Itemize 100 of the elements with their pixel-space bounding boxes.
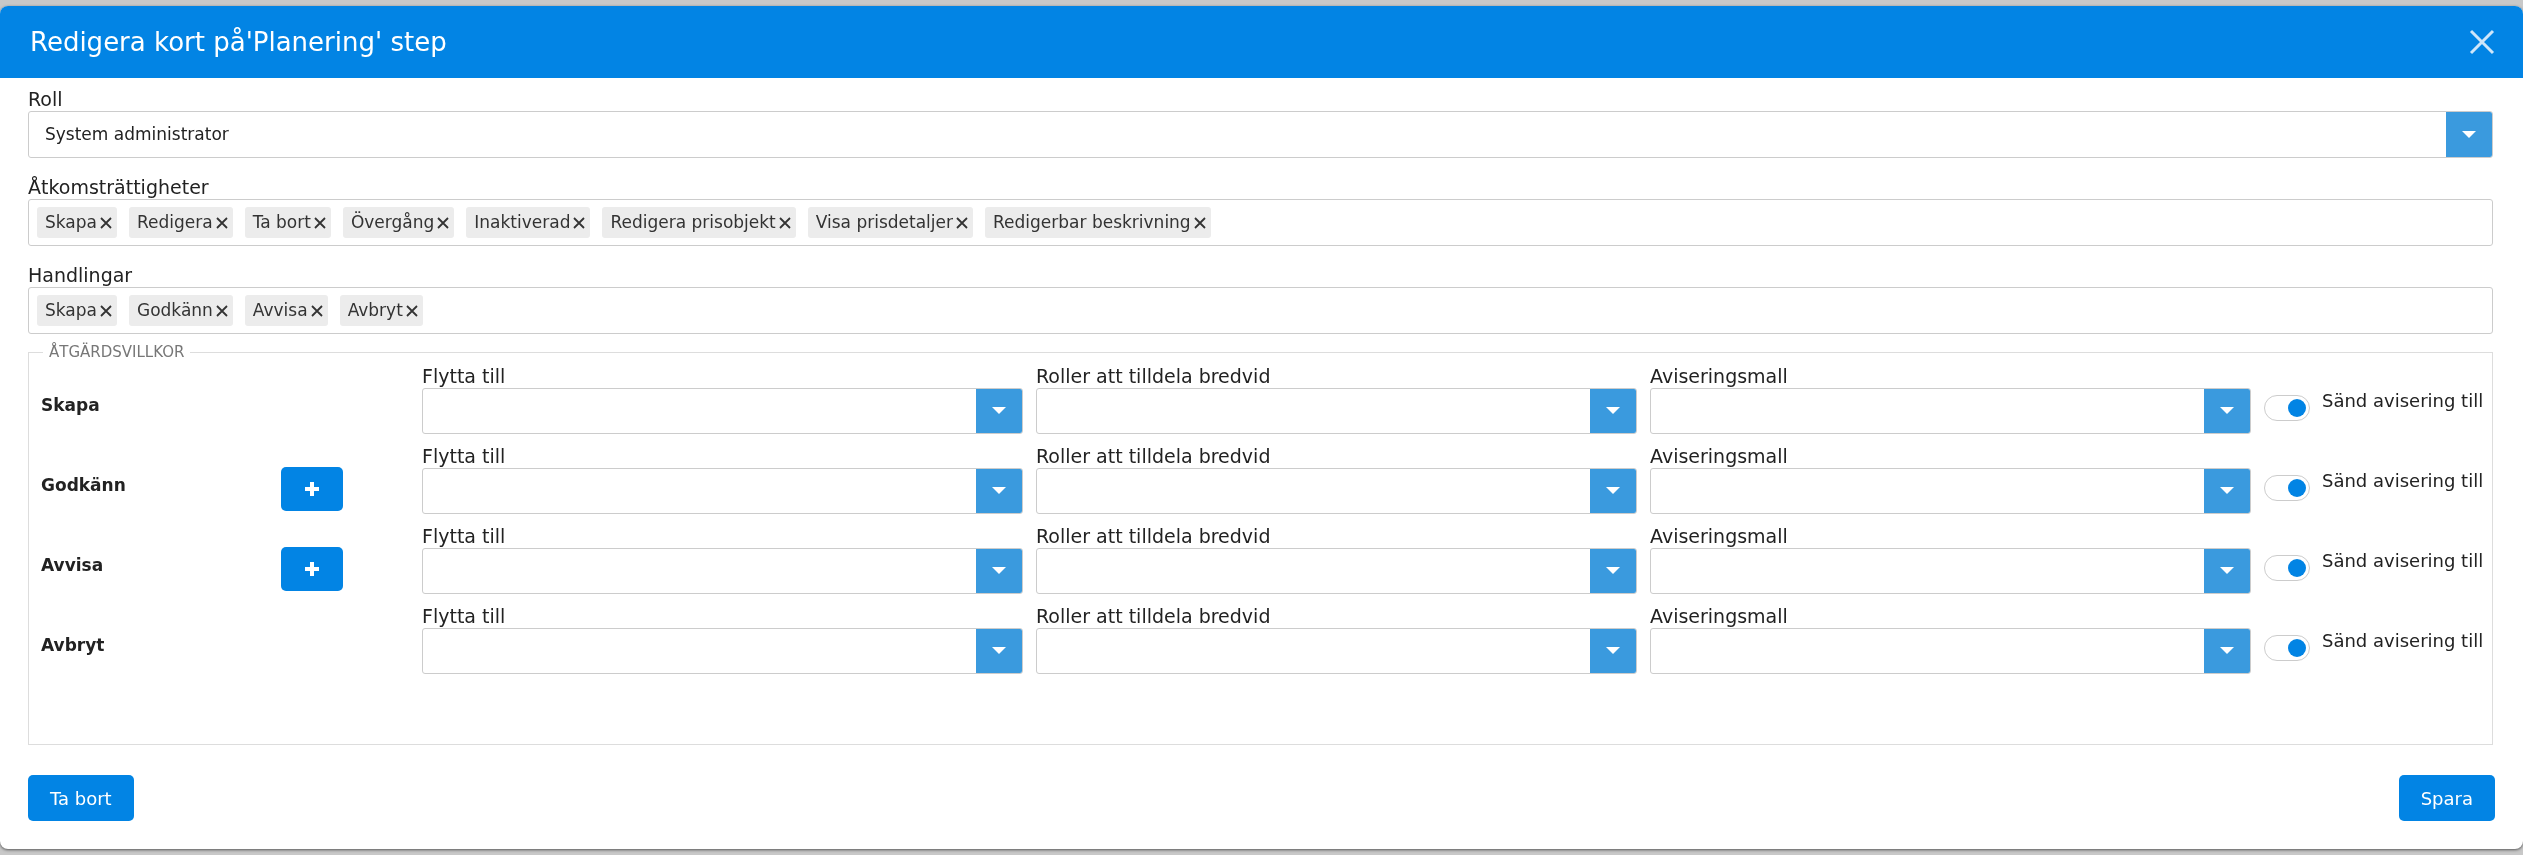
- select-field[interactable]: [422, 388, 1023, 434]
- field-label: Handlingar: [28, 264, 134, 287]
- add-button[interactable]: [281, 467, 343, 511]
- action-label: Godkänn: [41, 474, 127, 497]
- remove-icon[interactable]: [437, 216, 450, 229]
- field-label: Roller att tilldela bredvid: [1036, 365, 1272, 388]
- caret-icon: [992, 407, 1006, 415]
- field-label: Flytta till: [422, 605, 507, 628]
- caret-icon: [2220, 647, 2234, 655]
- field-label: Aviseringsmall: [1650, 525, 1789, 548]
- dropdown-button[interactable]: [2204, 629, 2250, 673]
- field-label: Flytta till: [422, 445, 507, 468]
- field-label: Roller att tilldela bredvid: [1036, 525, 1272, 548]
- caret-icon: [2220, 487, 2234, 495]
- tag-label: Inaktiverad: [474, 210, 571, 234]
- field-label: Flytta till: [422, 365, 507, 388]
- dropdown-button[interactable]: [2204, 549, 2250, 593]
- toggle-switch[interactable]: [2264, 475, 2310, 501]
- select-field[interactable]: [1036, 468, 1637, 514]
- toggle-switch[interactable]: [2264, 635, 2310, 661]
- select-field[interactable]: [1036, 628, 1637, 674]
- remove-icon[interactable]: [778, 216, 791, 229]
- dropdown-button[interactable]: [2204, 389, 2250, 433]
- field-label: Flytta till: [422, 525, 507, 548]
- save-button[interactable]: Spara: [2398, 775, 2495, 821]
- tag-label: Skapa: [45, 298, 97, 322]
- tag-label: Övergång: [350, 210, 435, 234]
- caret-icon: [992, 647, 1006, 655]
- field-label: Roller att tilldela bredvid: [1036, 605, 1272, 628]
- remove-icon[interactable]: [1193, 216, 1206, 229]
- remove-icon[interactable]: [215, 216, 228, 229]
- dialog-title: Redigera kort på'Planering' step: [30, 25, 447, 59]
- field-label: Åtkomsträttigheter: [28, 176, 210, 199]
- plus-icon: [304, 481, 320, 497]
- add-button[interactable]: [281, 547, 343, 591]
- field-label: Aviseringsmall: [1650, 445, 1789, 468]
- delete-button[interactable]: Ta bort: [28, 775, 134, 821]
- toggle-switch[interactable]: [2264, 395, 2310, 421]
- tag-label: Redigerbar beskrivning: [993, 210, 1191, 234]
- dropdown-button[interactable]: [976, 389, 1022, 433]
- toggle-label: Sänd avisering till: [2322, 389, 2484, 413]
- caret-icon: [2220, 407, 2234, 415]
- dropdown-button[interactable]: [2204, 469, 2250, 513]
- dropdown-button[interactable]: [1590, 629, 1636, 673]
- select-field[interactable]: [1036, 548, 1637, 594]
- caret-icon: [2220, 567, 2234, 575]
- action-label: Skapa: [41, 394, 101, 417]
- dropdown-button[interactable]: [1590, 389, 1636, 433]
- dropdown-button[interactable]: [2446, 112, 2492, 157]
- caret-icon: [1606, 647, 1620, 655]
- tag-label: Redigera: [136, 210, 213, 234]
- select-field[interactable]: System administrator: [28, 111, 2493, 158]
- close-icon[interactable]: [2469, 29, 2495, 55]
- remove-icon[interactable]: [956, 216, 968, 229]
- field-label: Roll: [28, 88, 64, 111]
- toggle-label: Sänd avisering till: [2322, 629, 2484, 653]
- toggle-label: Sänd avisering till: [2322, 469, 2484, 493]
- remove-icon[interactable]: [215, 304, 228, 317]
- toggle-switch[interactable]: [2264, 555, 2310, 581]
- caret-icon: [1606, 407, 1620, 415]
- tag-label: Ta bort: [252, 210, 311, 234]
- remove-icon[interactable]: [405, 304, 418, 317]
- dropdown-button[interactable]: [1590, 469, 1636, 513]
- dropdown-button[interactable]: [1590, 549, 1636, 593]
- caret-icon: [1606, 487, 1620, 495]
- field-label: Roller att tilldela bredvid: [1036, 445, 1272, 468]
- field-label: Aviseringsmall: [1650, 605, 1789, 628]
- tag-label: Godkänn: [136, 298, 213, 322]
- tag-label: Skapa: [45, 210, 97, 234]
- tag-label: Visa prisdetaljer: [815, 210, 953, 234]
- select-field[interactable]: [422, 468, 1023, 514]
- tag-label: Redigera prisobjekt: [610, 210, 776, 234]
- action-label: Avvisa: [41, 554, 105, 577]
- remove-icon[interactable]: [310, 304, 323, 317]
- dropdown-button[interactable]: [976, 469, 1022, 513]
- select-field[interactable]: [1650, 468, 2251, 514]
- dropdown-button[interactable]: [976, 629, 1022, 673]
- caret-icon: [2462, 130, 2476, 139]
- caret-icon: [992, 487, 1006, 495]
- remove-icon[interactable]: [573, 216, 586, 229]
- action-label: Avbryt: [41, 634, 106, 657]
- select-field[interactable]: [422, 628, 1023, 674]
- tag-field[interactable]: Skapa Redigera Ta bort Övergång Inaktiverad Redigera prisobjekt Visa prisdetaljer Redigerbar beskrivning: [28, 199, 2493, 246]
- field-label: Aviseringsmall: [1650, 365, 1789, 388]
- toggle-label: Sänd avisering till: [2322, 549, 2484, 573]
- tag-field[interactable]: Skapa Godkänn Avvisa Avbryt: [28, 287, 2493, 334]
- remove-icon[interactable]: [313, 216, 326, 229]
- remove-icon[interactable]: [99, 216, 112, 229]
- caret-icon: [992, 567, 1006, 575]
- remove-icon[interactable]: [99, 304, 112, 317]
- tag-label: Avvisa: [252, 298, 308, 322]
- tag-label: Avbryt: [347, 298, 403, 322]
- select-field[interactable]: [1650, 628, 2251, 674]
- select-field[interactable]: [1650, 548, 2251, 594]
- select-field[interactable]: [1650, 388, 2251, 434]
- plus-icon: [304, 561, 320, 577]
- select-field[interactable]: [422, 548, 1023, 594]
- select-field[interactable]: [1036, 388, 1637, 434]
- dropdown-button[interactable]: [976, 549, 1022, 593]
- caret-icon: [1606, 567, 1620, 575]
